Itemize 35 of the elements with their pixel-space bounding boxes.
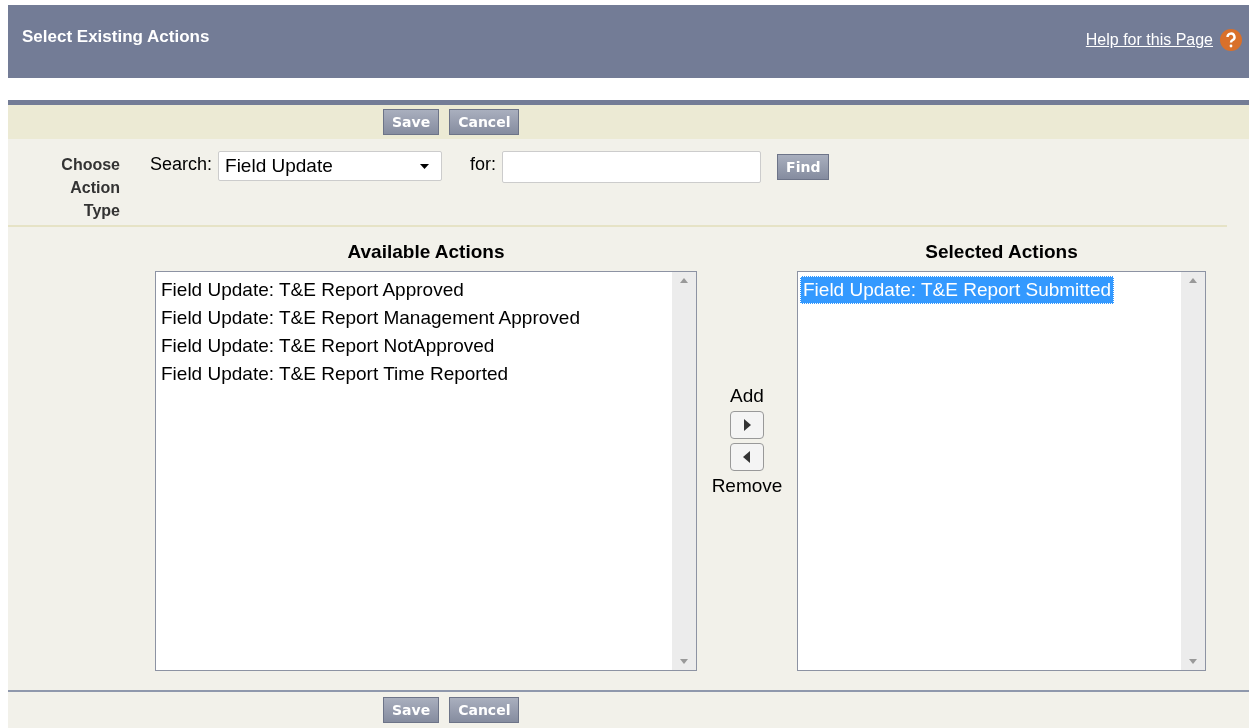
page-title: Select Existing Actions [22, 27, 210, 47]
caret-icon [420, 163, 430, 169]
list-heading: Available Actions [346, 241, 506, 264]
scrollbar[interactable] [672, 272, 696, 670]
for-label: for: [470, 154, 497, 175]
search-field[interactable] [502, 151, 762, 183]
list-option[interactable]: Field Update: T&E Report Submitted [800, 276, 1115, 304]
right-triangle-icon [741, 418, 753, 432]
help-icon[interactable] [1219, 28, 1243, 52]
help-link[interactable]: Help for this Page [1085, 31, 1213, 49]
add-button[interactable] [730, 411, 764, 439]
left-triangle-icon [741, 450, 753, 464]
selected-list[interactable]: Field Update: T&E Report Submitted [797, 271, 1206, 671]
scroll-down-icon[interactable] [1189, 659, 1197, 664]
form-button[interactable]: Cancel [449, 109, 520, 135]
list-option[interactable]: Field Update: T&E Report Time Reported [158, 360, 670, 388]
list-option[interactable]: Field Update: T&E Report Approved [158, 276, 670, 304]
available-list[interactable]: Field Update: T&E Report Approved Field Update: T&E Report Management Approved Field Update: T&E Report NotApproved Field Update: T&E Report Time Reported [155, 271, 697, 671]
action-type-dropdown[interactable]: Field Update [218, 151, 443, 181]
list-heading: Selected Actions [924, 241, 1079, 264]
remove-button[interactable] [730, 443, 764, 471]
search-label: Search: [150, 154, 213, 175]
scrollbar[interactable] [1181, 272, 1205, 670]
list-option[interactable]: Field Update: T&E Report Management Approved [158, 304, 670, 332]
scroll-up-icon[interactable] [1189, 278, 1197, 283]
find-button[interactable]: Find [777, 154, 830, 180]
choose-label: Choose Action Type [60, 155, 120, 221]
form-button[interactable]: Cancel [449, 697, 520, 723]
form-button[interactable]: Save [383, 109, 440, 135]
add-label: Add [730, 385, 764, 407]
form-button[interactable]: Save [383, 697, 440, 723]
remove-label: Remove [711, 475, 783, 497]
scroll-up-icon[interactable] [680, 278, 688, 283]
scroll-down-icon[interactable] [680, 659, 688, 664]
list-option[interactable]: Field Update: T&E Report NotApproved [158, 332, 670, 360]
